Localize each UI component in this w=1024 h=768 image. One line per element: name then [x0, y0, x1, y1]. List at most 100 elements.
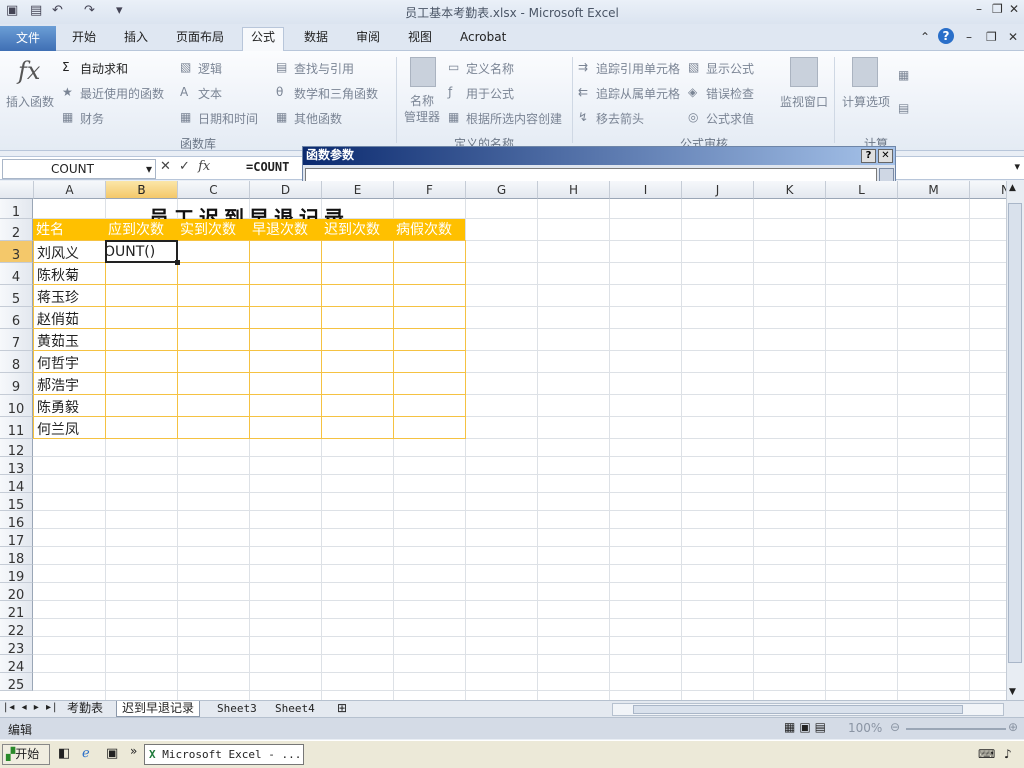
- column-header-h[interactable]: H: [538, 181, 610, 199]
- employee-name-cell[interactable]: 刘风义: [34, 241, 106, 263]
- table-cell[interactable]: [393, 284, 466, 307]
- tab-data[interactable]: 数据: [296, 28, 336, 51]
- keyboard-tray-icon[interactable]: ⌨: [978, 747, 995, 761]
- fill-handle[interactable]: [175, 260, 180, 265]
- row-header-3[interactable]: 3: [0, 241, 33, 263]
- text-button[interactable]: 文本: [198, 85, 222, 102]
- taskbar-excel-item[interactable]: X Microsoft Excel - ...: [144, 744, 304, 765]
- table-cell[interactable]: [393, 394, 466, 417]
- table-cell[interactable]: [393, 262, 466, 285]
- zoom-in-icon[interactable]: ⊕: [1008, 720, 1018, 734]
- table-cell[interactable]: [249, 350, 322, 373]
- tab-view[interactable]: 视图: [400, 28, 440, 51]
- lookup-button[interactable]: 查找与引用: [294, 60, 354, 77]
- table-cell[interactable]: [321, 372, 394, 395]
- calc-sheet-icon[interactable]: ▤: [898, 101, 909, 115]
- table-cell[interactable]: [393, 416, 466, 439]
- desktop-icon[interactable]: ◧: [58, 746, 70, 761]
- table-cell[interactable]: [321, 328, 394, 351]
- table-cell[interactable]: [177, 372, 250, 395]
- row-header-13[interactable]: 13: [0, 457, 33, 477]
- table-header-cell[interactable]: 姓名: [33, 219, 105, 241]
- help-icon[interactable]: ?: [938, 28, 954, 44]
- tab-formulas[interactable]: 公式: [242, 27, 285, 51]
- table-cell[interactable]: [321, 350, 394, 373]
- doc-restore-icon[interactable]: ❐: [986, 30, 997, 44]
- column-header-i[interactable]: I: [610, 181, 682, 199]
- horizontal-scrollbar[interactable]: [612, 703, 1004, 716]
- table-cell[interactable]: [177, 328, 250, 351]
- sheet-nav-icons[interactable]: |◂ ◂ ▸ ▸|: [4, 702, 58, 713]
- row-header-17[interactable]: 17: [0, 529, 33, 549]
- table-cell[interactable]: [177, 262, 250, 285]
- row-header-19[interactable]: 19: [0, 565, 33, 585]
- table-cell[interactable]: [105, 372, 178, 395]
- table-cell[interactable]: [105, 262, 178, 285]
- table-cell[interactable]: [249, 306, 322, 329]
- row-header-12[interactable]: 12: [0, 439, 33, 459]
- evaluate-formula-button[interactable]: 公式求值: [706, 110, 754, 127]
- tab-insert[interactable]: 插入: [116, 28, 156, 51]
- insert-sheet-icon[interactable]: ⊞: [332, 701, 352, 717]
- table-cell[interactable]: [321, 284, 394, 307]
- column-header-g[interactable]: G: [466, 181, 538, 199]
- quicklaunch-more-icon[interactable]: »: [130, 744, 137, 758]
- table-cell[interactable]: [249, 394, 322, 417]
- define-name-button[interactable]: 定义名称: [466, 60, 514, 77]
- row-header-18[interactable]: 18: [0, 547, 33, 567]
- row-header-21[interactable]: 21: [0, 601, 33, 621]
- table-cell[interactable]: [249, 372, 322, 395]
- select-all-corner[interactable]: [0, 181, 34, 199]
- create-from-selection-button[interactable]: 根据所选内容创建: [466, 110, 562, 127]
- calc-now-icon[interactable]: ▦: [898, 68, 909, 82]
- table-cell[interactable]: [105, 350, 178, 373]
- enter-icon[interactable]: ✓: [179, 159, 190, 174]
- sheet-tab-sheet3[interactable]: Sheet3: [212, 701, 262, 717]
- volume-tray-icon[interactable]: ♪: [1004, 747, 1012, 761]
- table-header-cell[interactable]: 迟到次数: [321, 219, 393, 241]
- employee-name-cell[interactable]: 何兰凤: [34, 417, 106, 439]
- active-cell[interactable]: OUNT(): [105, 240, 178, 263]
- doc-close-icon[interactable]: ✕: [1008, 30, 1018, 44]
- table-cell[interactable]: [177, 306, 250, 329]
- row-header-9[interactable]: 9: [0, 373, 33, 395]
- zoom-out-icon[interactable]: ⊖: [890, 720, 900, 734]
- math-button[interactable]: 数学和三角函数: [294, 85, 378, 102]
- ribbon-collapse-icon[interactable]: ⌃: [920, 30, 930, 44]
- table-header-cell[interactable]: 病假次数: [393, 219, 465, 241]
- table-cell[interactable]: [249, 328, 322, 351]
- column-header-m[interactable]: M: [898, 181, 970, 199]
- zoom-level[interactable]: 100%: [848, 721, 882, 735]
- column-header-n[interactable]: N: [970, 181, 1006, 199]
- row-header-25[interactable]: 25: [0, 673, 33, 693]
- row-header-4[interactable]: 4: [0, 263, 33, 285]
- view-buttons-icon[interactable]: ▦▣▤: [784, 720, 830, 734]
- row-header-15[interactable]: 15: [0, 493, 33, 513]
- zoom-slider[interactable]: [906, 728, 1006, 730]
- row-header-22[interactable]: 22: [0, 619, 33, 639]
- watch-window-button[interactable]: 监视窗口: [780, 93, 828, 110]
- doc-minimize-icon[interactable]: –: [966, 30, 972, 44]
- calc-options-button[interactable]: 计算选项: [842, 93, 890, 110]
- table-cell[interactable]: [321, 240, 394, 263]
- dialog-close-button[interactable]: ✕: [878, 149, 893, 163]
- finance-button[interactable]: 财务: [80, 110, 104, 127]
- row-header-1[interactable]: 1: [0, 199, 33, 220]
- error-checking-button[interactable]: 错误检查: [706, 85, 754, 102]
- table-cell[interactable]: [393, 306, 466, 329]
- minimize-icon[interactable]: –: [976, 2, 982, 16]
- row-header-10[interactable]: 10: [0, 395, 33, 417]
- table-cell[interactable]: [177, 350, 250, 373]
- close-icon[interactable]: ✕: [1009, 2, 1019, 16]
- employee-name-cell[interactable]: 赵俏茹: [34, 307, 106, 329]
- vertical-scroll-thumb[interactable]: [1008, 203, 1022, 663]
- expand-formula-bar-icon[interactable]: ▾: [1014, 160, 1020, 173]
- table-cell[interactable]: [105, 394, 178, 417]
- table-cell[interactable]: [321, 394, 394, 417]
- table-cell[interactable]: [249, 416, 322, 439]
- dialog-help-button[interactable]: ?: [861, 149, 876, 163]
- row-header-20[interactable]: 20: [0, 583, 33, 603]
- tab-review[interactable]: 审阅: [348, 28, 388, 51]
- row-header-14[interactable]: 14: [0, 475, 33, 495]
- sheet-tab-sheet4[interactable]: Sheet4: [270, 701, 320, 717]
